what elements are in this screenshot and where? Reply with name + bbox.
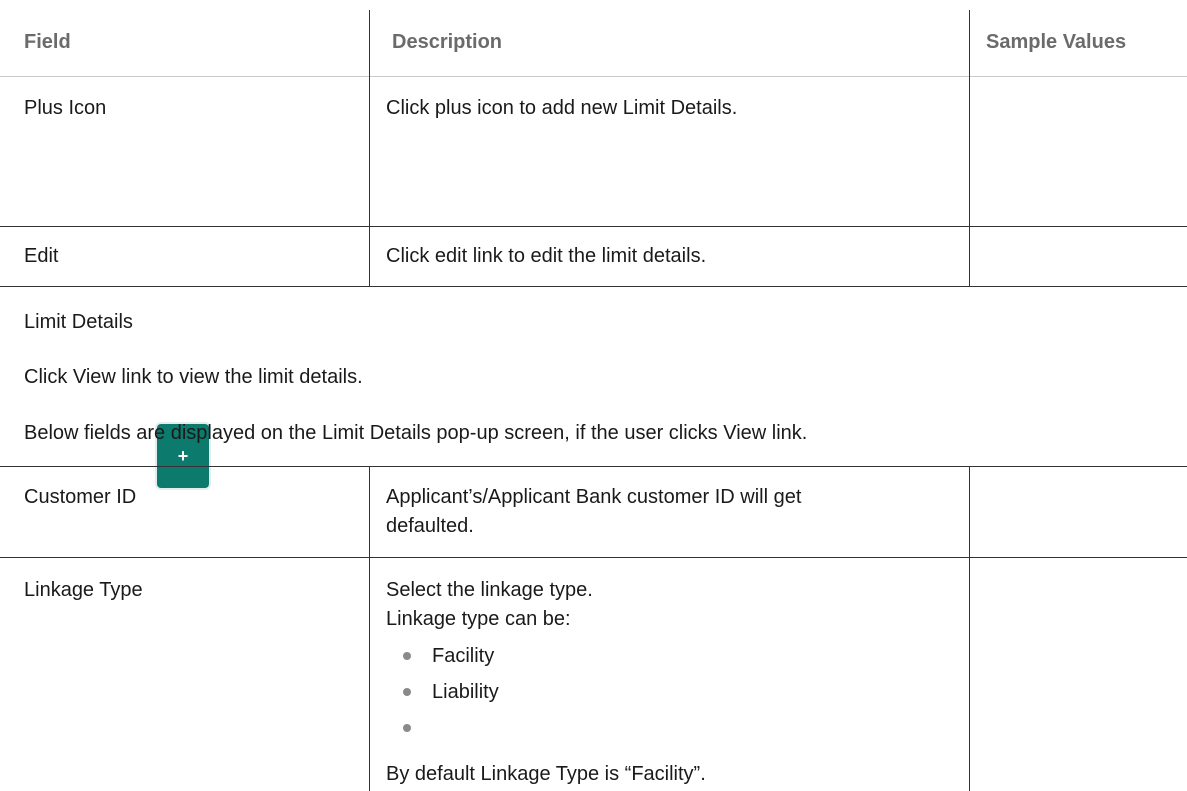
column-header-sample-values: Sample Values [986,31,1127,53]
field-description-line: Select the linkage type. [386,579,593,601]
row-divider [0,557,1187,558]
bullet-item: Facility [432,645,495,667]
row-divider [0,286,1187,287]
field-description-line: Linkage type can be: [386,608,571,630]
column-header-description: Description [392,31,503,53]
column-divider [369,76,370,286]
column-divider [969,10,970,77]
row-divider [0,226,1187,227]
field-description: Click edit link to edit the limit detail… [386,245,707,267]
field-name: Linkage Type [24,579,143,601]
field-name: Customer ID [24,486,137,508]
field-name: Edit [24,245,59,267]
field-description-footer: By default Linkage Type is “Facility”. [386,763,706,785]
field-description-line: Applicant’s/Applicant Bank customer ID w… [386,486,802,508]
column-divider [969,76,970,286]
section-title: Limit Details [24,311,133,333]
section-paragraph: Below fields are displayed on the Limit … [24,422,808,444]
plus-glyph: + [177,445,189,466]
field-name: Plus Icon [24,97,107,119]
bullet-icon [403,688,411,696]
table-top-rule [0,466,1187,467]
column-divider [369,466,370,791]
bullet-icon [403,652,411,660]
bullet-icon [403,724,411,732]
column-header-field: Field [24,31,71,53]
bullet-item: Liability [432,681,499,703]
section-paragraph: Click View link to view the limit detail… [24,366,363,388]
column-divider [369,10,370,77]
field-description-line: defaulted. [386,515,474,537]
column-divider [969,466,970,791]
header-rule [0,76,1187,77]
field-description: Click plus icon to add new Limit Details… [386,97,738,119]
